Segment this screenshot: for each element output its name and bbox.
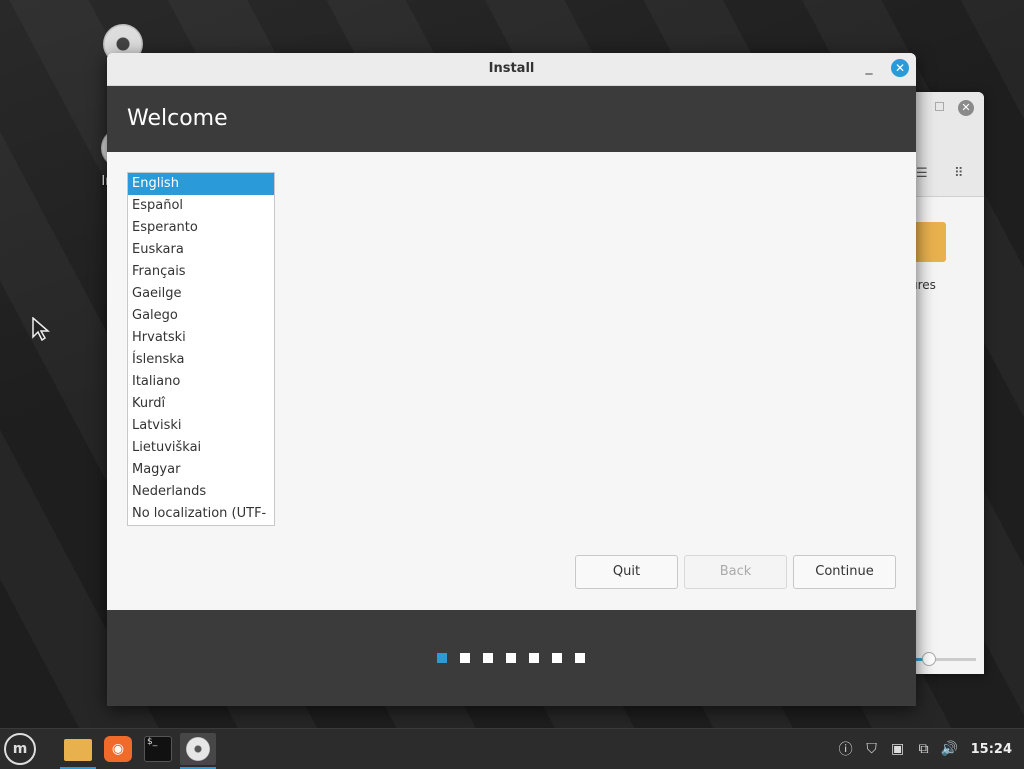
system-tray: ⓘ ⛉ ▣ ⧉ 🔊 15:24 xyxy=(837,729,1012,769)
clock[interactable]: 15:24 xyxy=(971,742,1012,757)
language-option[interactable]: Íslenska xyxy=(128,349,274,371)
installer-window: Install _ ✕ Welcome English Español Espera… xyxy=(107,53,916,706)
taskbar-firefox[interactable]: ◉ xyxy=(100,733,136,765)
language-option[interactable]: Gaeilge xyxy=(128,283,274,305)
taskbar-terminal[interactable]: $_ xyxy=(140,733,176,765)
background-file-window[interactable]: ✕ ☰ ⠿ ures xyxy=(916,92,984,674)
step-dot xyxy=(529,653,539,663)
maximize-icon[interactable] xyxy=(935,102,944,111)
language-option[interactable]: Lietuviškai xyxy=(128,437,274,459)
language-option[interactable]: Latviski xyxy=(128,415,274,437)
zoom-slider[interactable] xyxy=(916,652,976,666)
zoom-slider-knob[interactable] xyxy=(922,652,936,666)
folder-icon[interactable] xyxy=(916,222,946,262)
language-option[interactable]: Español xyxy=(128,195,274,217)
language-option[interactable]: Italiano xyxy=(128,371,274,393)
language-option[interactable]: No localization (UTF-8) xyxy=(128,503,274,525)
language-option[interactable]: Nederlands xyxy=(128,481,274,503)
shield-icon[interactable]: ⛉ xyxy=(863,741,881,757)
step-dot xyxy=(437,653,447,663)
minimize-button[interactable]: _ xyxy=(860,59,878,77)
step-dot xyxy=(552,653,562,663)
language-option[interactable]: Euskara xyxy=(128,239,274,261)
close-button[interactable]: ✕ xyxy=(891,59,909,77)
clipboard-icon[interactable]: ▣ xyxy=(889,741,907,757)
language-option[interactable]: English xyxy=(128,173,274,195)
back-button[interactable]: Back xyxy=(684,555,787,589)
step-dot xyxy=(483,653,493,663)
step-dot xyxy=(575,653,585,663)
window-title: Install xyxy=(488,61,535,76)
page-title: Welcome xyxy=(107,86,916,152)
list-view-icon[interactable]: ☰ xyxy=(916,166,928,181)
step-indicator xyxy=(437,653,585,663)
language-option[interactable]: Hrvatski xyxy=(128,327,274,349)
firefox-icon: ◉ xyxy=(104,736,132,762)
continue-button[interactable]: Continue xyxy=(793,555,896,589)
title-bar[interactable]: Install _ ✕ xyxy=(107,53,916,86)
mouse-pointer-icon xyxy=(32,317,51,341)
progress-footer xyxy=(107,610,916,706)
language-option[interactable]: Galego xyxy=(128,305,274,327)
language-option[interactable]: Esperanto xyxy=(128,217,274,239)
taskbar-files[interactable] xyxy=(60,733,96,769)
terminal-icon: $_ xyxy=(144,736,172,762)
taskbar-installer[interactable] xyxy=(180,733,216,769)
language-option[interactable]: Français xyxy=(128,261,274,283)
step-dot xyxy=(506,653,516,663)
folder-label: ures xyxy=(916,278,936,292)
grid-view-icon[interactable]: ⠿ xyxy=(954,166,964,181)
volume-icon[interactable]: 🔊 xyxy=(941,741,959,757)
update-manager-icon[interactable]: ⓘ xyxy=(837,739,855,759)
close-icon[interactable]: ✕ xyxy=(958,100,974,116)
language-list[interactable]: English Español Esperanto Euskara Français Ga… xyxy=(127,172,275,526)
folder-icon xyxy=(64,739,92,761)
taskbar: m ◉ $_ ⓘ ⛉ ▣ ⧉ 🔊 15:24 xyxy=(0,728,1024,769)
step-dot xyxy=(460,653,470,663)
network-icon[interactable]: ⧉ xyxy=(915,741,933,757)
start-menu-button[interactable]: m xyxy=(4,733,36,765)
background-window-toolbar: ✕ ☰ ⠿ xyxy=(916,92,984,197)
quit-button[interactable]: Quit xyxy=(575,555,678,589)
language-option[interactable]: Magyar xyxy=(128,459,274,481)
language-option[interactable]: Kurdî xyxy=(128,393,274,415)
disc-icon xyxy=(186,737,210,761)
content-area: English Español Esperanto Euskara Français Ga… xyxy=(107,152,916,609)
